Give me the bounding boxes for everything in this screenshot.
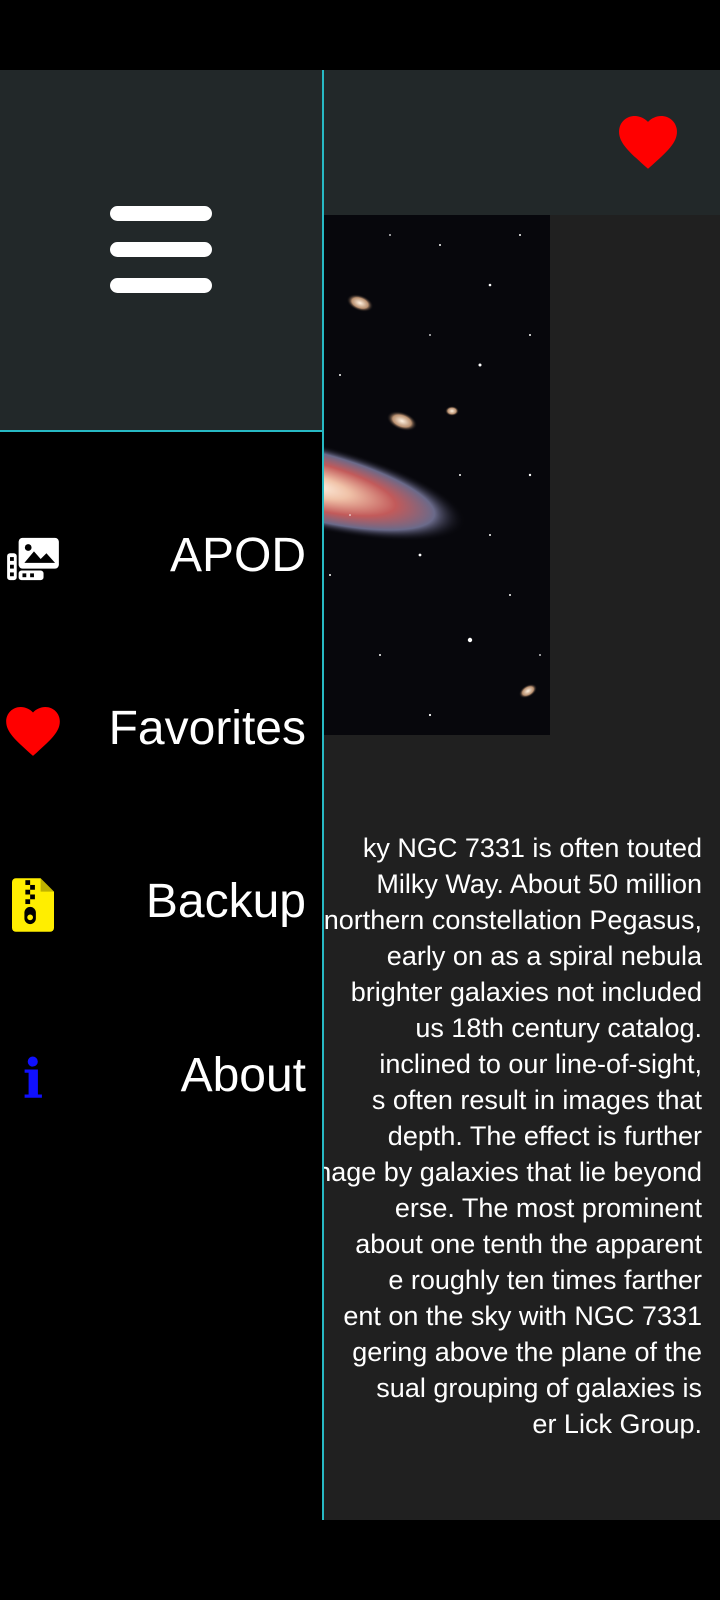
drawer-item-apod[interactable]: APOD: [0, 500, 322, 620]
menu-icon[interactable]: [110, 206, 214, 296]
zip-file-icon: [4, 876, 62, 934]
drawer-item-label: APOD: [169, 529, 306, 582]
drawer-item-label: About: [180, 1049, 306, 1102]
drawer-item-backup[interactable]: Backup: [0, 846, 322, 966]
drawer-item-label: Backup: [145, 875, 306, 928]
info-icon: i: [22, 1047, 44, 1111]
heart-icon: [4, 703, 62, 761]
drawer-item-label: Favorites: [108, 702, 306, 755]
photo-gallery-icon: [4, 530, 62, 588]
drawer-header: [0, 70, 322, 432]
system-navigation-bar: [0, 1520, 720, 1600]
drawer-item-favorites[interactable]: Favorites: [0, 673, 322, 793]
navigation-drawer: APOD Favorites Backup i About: [0, 70, 324, 1520]
drawer-item-about[interactable]: i About: [0, 1020, 322, 1140]
favorite-heart-icon[interactable]: [618, 116, 678, 170]
